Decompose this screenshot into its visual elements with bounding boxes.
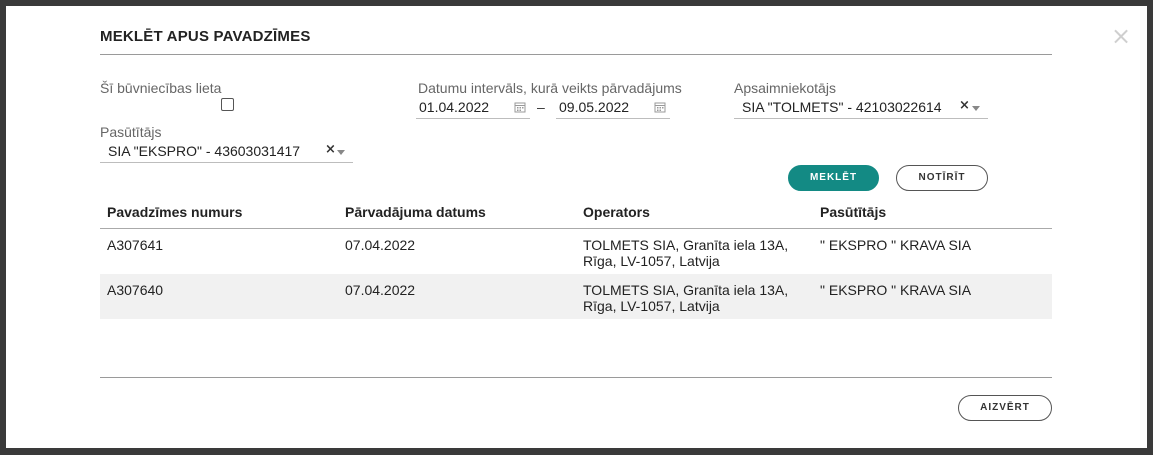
- calendar-icon[interactable]: [654, 101, 666, 113]
- date-range-label: Datumu intervāls, kurā veikts pārvadājum…: [418, 80, 682, 96]
- search-button[interactable]: MEKLĒT: [788, 165, 879, 191]
- chevron-down-icon[interactable]: [972, 106, 980, 111]
- customer-select[interactable]: SIA "EKSPRO" - 43603031417 ×: [100, 140, 353, 163]
- chevron-down-icon[interactable]: [337, 150, 345, 155]
- date-to-field[interactable]: 09.05.2022: [556, 96, 670, 119]
- manager-value: SIA "TOLMETS" - 42103022614: [742, 99, 942, 115]
- date-from-field[interactable]: 01.04.2022: [416, 96, 530, 119]
- customer-value: SIA "EKSPRO" - 43603031417: [108, 143, 301, 159]
- manager-clear-icon[interactable]: ×: [959, 98, 970, 113]
- cell-operator: TOLMETS SIA, Granīta iela 13A, Rīga, LV-…: [583, 282, 788, 314]
- date-from-value: 01.04.2022: [419, 99, 490, 115]
- customer-label: Pasūtītājs: [100, 124, 162, 140]
- column-header-operator[interactable]: Operators: [583, 204, 650, 220]
- footer-divider: [100, 377, 1052, 378]
- table-row[interactable]: A307640 07.04.2022 TOLMETS SIA, Granīta …: [100, 274, 1052, 319]
- cell-operator-line2: Rīga, LV-1057, Latvija: [583, 298, 720, 314]
- building-case-checkbox[interactable]: [221, 98, 234, 111]
- date-to-value: 09.05.2022: [559, 99, 630, 115]
- clear-button[interactable]: NOTĪRĪT: [896, 165, 988, 191]
- calendar-icon[interactable]: [514, 101, 526, 113]
- manager-label: Apsaimniekotājs: [734, 80, 836, 96]
- search-modal: × MEKLĒT APUS PAVADZĪMES Šī būvniecības …: [6, 6, 1147, 448]
- cell-date: 07.04.2022: [345, 237, 416, 253]
- close-button[interactable]: AIZVĒRT: [958, 395, 1052, 421]
- cell-customer: " EKSPRO " KRAVA SIA: [820, 282, 972, 298]
- modal-title: MEKLĒT APUS PAVADZĪMES: [100, 28, 311, 45]
- cell-operator-line2: Rīga, LV-1057, Latvija: [583, 253, 720, 269]
- cell-operator-line1: TOLMETS SIA, Granīta iela 13A,: [583, 282, 789, 298]
- cell-customer: " EKSPRO " KRAVA SIA: [820, 237, 972, 253]
- cell-number: A307641: [107, 237, 164, 253]
- building-case-label: Šī būvniecības lieta: [100, 80, 222, 96]
- manager-select[interactable]: SIA "TOLMETS" - 42103022614 ×: [734, 96, 988, 119]
- column-header-date[interactable]: Pārvadājuma datums: [345, 204, 486, 220]
- date-separator: –: [537, 99, 545, 115]
- cell-operator-line1: TOLMETS SIA, Granīta iela 13A,: [583, 237, 789, 253]
- table-header: Pavadzīmes numurs Pārvadājuma datums Ope…: [100, 200, 1052, 229]
- cell-operator: TOLMETS SIA, Granīta iela 13A, Rīga, LV-…: [583, 237, 788, 269]
- column-header-number[interactable]: Pavadzīmes numurs: [107, 204, 242, 220]
- customer-clear-icon[interactable]: ×: [325, 142, 336, 157]
- column-header-customer[interactable]: Pasūtītājs: [820, 204, 886, 220]
- close-icon[interactable]: ×: [1111, 24, 1131, 48]
- cell-date: 07.04.2022: [345, 282, 416, 298]
- title-divider: [100, 54, 1052, 55]
- results-table: Pavadzīmes numurs Pārvadājuma datums Ope…: [100, 200, 1052, 319]
- table-row[interactable]: A307641 07.04.2022 TOLMETS SIA, Granīta …: [100, 229, 1052, 274]
- cell-number: A307640: [107, 282, 164, 298]
